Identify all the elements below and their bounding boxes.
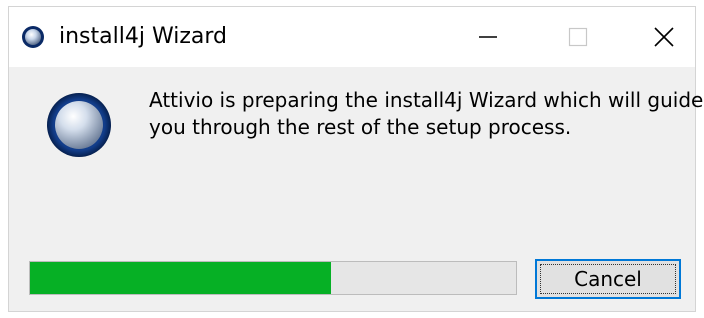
install4j-sphere-icon xyxy=(47,93,111,157)
window-title: install4j Wizard xyxy=(59,24,227,49)
close-button[interactable] xyxy=(633,7,695,67)
maximize-button[interactable] xyxy=(547,7,609,67)
cancel-button-label: Cancel xyxy=(574,267,642,291)
close-icon xyxy=(654,27,674,47)
minimize-button[interactable] xyxy=(457,7,519,67)
install4j-sphere-icon xyxy=(22,26,44,48)
progress-bar xyxy=(29,261,517,295)
cancel-button[interactable]: Cancel xyxy=(535,259,681,299)
status-message-line: you through the rest of the setup proces… xyxy=(149,115,572,139)
install-wizard-window: install4j Wizard Attivio is preparing th… xyxy=(8,6,704,312)
minimize-icon xyxy=(479,36,497,38)
status-message-line: Attivio is preparing the install4j Wizar… xyxy=(149,88,704,112)
status-message: Attivio is preparing the install4j Wizar… xyxy=(149,87,704,141)
maximize-icon xyxy=(568,27,588,47)
title-bar[interactable]: install4j Wizard xyxy=(9,7,695,67)
progress-bar-fill xyxy=(30,262,332,294)
